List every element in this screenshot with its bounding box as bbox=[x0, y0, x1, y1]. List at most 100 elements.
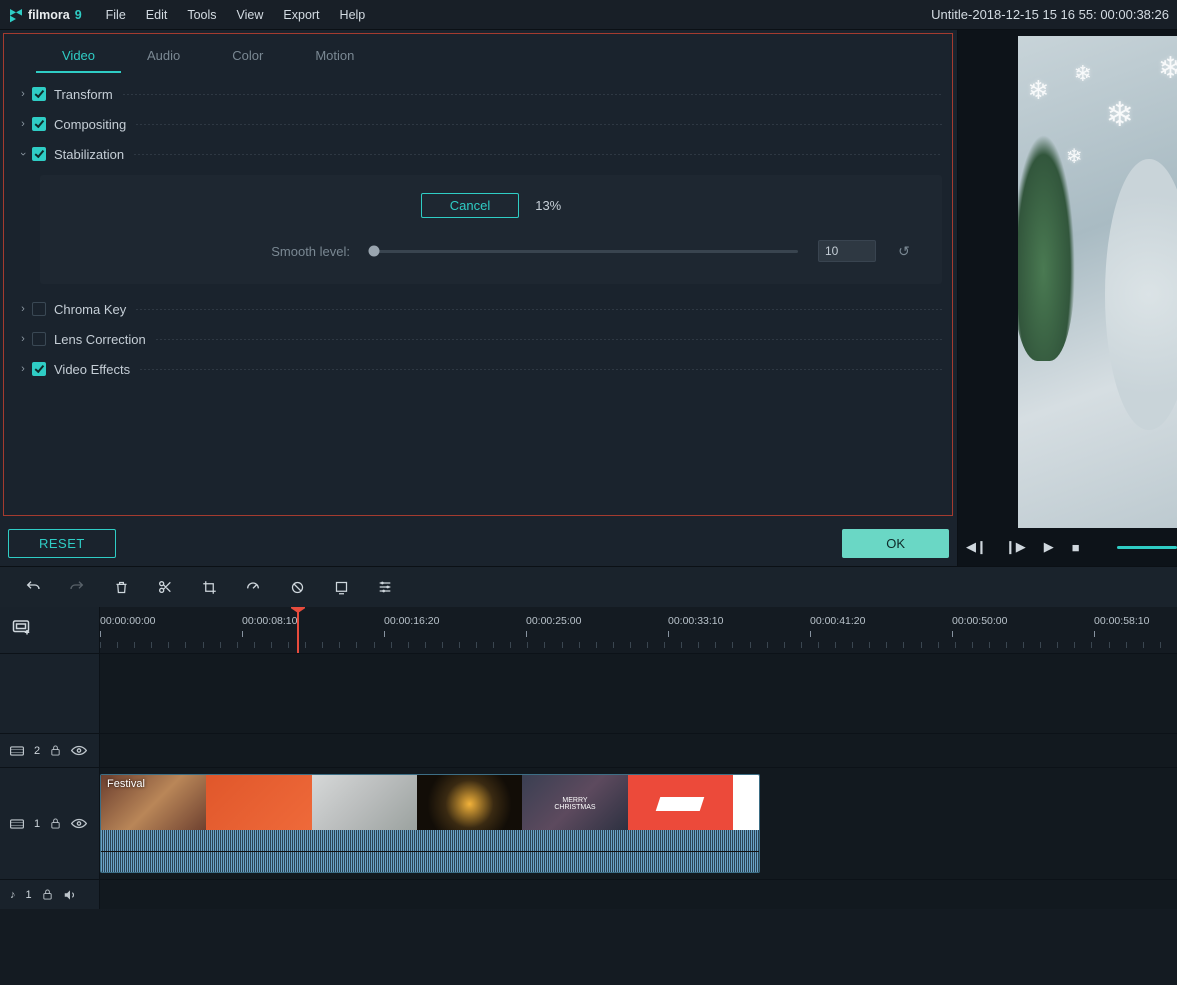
clip-waveform bbox=[101, 830, 759, 872]
checkbox-lens-correction[interactable] bbox=[32, 332, 46, 346]
label-lens-correction: Lens Correction bbox=[54, 332, 146, 347]
track-index: 2 bbox=[34, 745, 40, 757]
track-area[interactable]: Festival MERRYCHRISTMAS bbox=[100, 768, 1177, 879]
inspector-panel: Video Audio Color Motion › Transform › C… bbox=[0, 30, 957, 566]
inspector-tabs: Video Audio Color Motion bbox=[36, 40, 942, 73]
row-chroma-key[interactable]: › Chroma Key bbox=[14, 294, 942, 324]
reset-icon[interactable]: ↺ bbox=[896, 243, 912, 260]
delete-icon[interactable] bbox=[112, 578, 130, 596]
checkbox-compositing[interactable] bbox=[32, 117, 46, 131]
row-compositing[interactable]: › Compositing bbox=[14, 109, 942, 139]
slider-thumb[interactable] bbox=[369, 246, 380, 257]
app-name: filmora bbox=[28, 8, 70, 22]
menu-export[interactable]: Export bbox=[273, 8, 329, 22]
smooth-level-slider[interactable] bbox=[370, 250, 798, 253]
checkbox-transform[interactable] bbox=[32, 87, 46, 101]
menu-tools[interactable]: Tools bbox=[177, 8, 226, 22]
split-icon[interactable] bbox=[156, 578, 174, 596]
menu-bar: filmora 9 File Edit Tools View Export Hel… bbox=[0, 0, 1177, 30]
add-track-icon[interactable] bbox=[12, 619, 30, 635]
menu-view[interactable]: View bbox=[227, 8, 274, 22]
ruler-mark: 00:00:50:00 bbox=[952, 615, 1007, 637]
track-area[interactable] bbox=[100, 880, 1177, 909]
label-chroma-key: Chroma Key bbox=[54, 302, 126, 317]
track-index: 1 bbox=[34, 818, 40, 830]
reset-button[interactable]: RESET bbox=[8, 529, 116, 558]
ruler-mark: 00:00:16:20 bbox=[384, 615, 439, 637]
timeline-ruler[interactable]: 00:00:00:00 00:00:08:10 00:00:16:20 00:00:2… bbox=[100, 607, 1177, 653]
cancel-button[interactable]: Cancel bbox=[421, 193, 519, 218]
menu-help[interactable]: Help bbox=[330, 8, 376, 22]
lock-icon[interactable] bbox=[50, 817, 61, 830]
ok-button[interactable]: OK bbox=[842, 529, 949, 558]
timeline-panel: 00:00:00:00 00:00:08:10 00:00:16:20 00:00:2… bbox=[0, 566, 1177, 985]
eye-icon[interactable] bbox=[71, 745, 87, 756]
menu-file[interactable]: File bbox=[96, 8, 136, 22]
playhead[interactable] bbox=[297, 607, 299, 653]
speed-icon[interactable] bbox=[244, 578, 262, 596]
prev-frame-button[interactable]: ◀❙ bbox=[966, 539, 987, 555]
crop-icon[interactable] bbox=[200, 578, 218, 596]
ruler-mark: 00:00:33:10 bbox=[668, 615, 723, 637]
track-area[interactable] bbox=[100, 734, 1177, 767]
smooth-level-label: Smooth level: bbox=[70, 244, 350, 259]
volume-slider[interactable] bbox=[1117, 546, 1177, 549]
preview-snowman bbox=[1105, 159, 1177, 430]
chevron-right-icon: › bbox=[14, 333, 32, 345]
tab-audio[interactable]: Audio bbox=[121, 40, 206, 73]
chevron-right-icon: › bbox=[14, 303, 32, 315]
track-video-1: 1 Festival MERRYCHRISTMAS bbox=[0, 767, 1177, 879]
lock-icon[interactable] bbox=[42, 888, 53, 901]
label-compositing: Compositing bbox=[54, 117, 126, 132]
checkbox-video-effects[interactable] bbox=[32, 362, 46, 376]
stabilization-panel: Cancel 13% Smooth level: 10 ↺ bbox=[40, 175, 942, 284]
snowflake-icon: ❄ bbox=[1066, 144, 1083, 169]
adjust-icon[interactable] bbox=[376, 578, 394, 596]
timeline-toolbar bbox=[0, 567, 1177, 607]
smooth-level-value[interactable]: 10 bbox=[818, 240, 876, 262]
redo-icon[interactable] bbox=[68, 578, 86, 596]
lock-icon[interactable] bbox=[50, 744, 61, 757]
tab-motion[interactable]: Motion bbox=[289, 40, 380, 73]
checkbox-stabilization[interactable] bbox=[32, 147, 46, 161]
ruler-mark: 00:00:41:20 bbox=[810, 615, 865, 637]
snowflake-icon: ❄ bbox=[1105, 95, 1134, 135]
label-stabilization: Stabilization bbox=[54, 147, 124, 162]
tab-video[interactable]: Video bbox=[36, 40, 121, 73]
undo-icon[interactable] bbox=[24, 578, 42, 596]
menu-edit[interactable]: Edit bbox=[136, 8, 178, 22]
chevron-right-icon: › bbox=[14, 88, 32, 100]
green-screen-icon[interactable] bbox=[332, 578, 350, 596]
track-text bbox=[0, 653, 1177, 733]
next-frame-button[interactable]: ❙▶ bbox=[1005, 539, 1026, 555]
row-stabilization[interactable]: › Stabilization bbox=[14, 139, 942, 169]
video-clip[interactable]: Festival MERRYCHRISTMAS bbox=[100, 774, 760, 873]
track-audio-1: ♪ 1 bbox=[0, 879, 1177, 909]
play-button[interactable]: ▶ bbox=[1044, 539, 1054, 555]
checkbox-chroma-key[interactable] bbox=[32, 302, 46, 316]
speaker-icon[interactable] bbox=[63, 889, 77, 901]
tab-color[interactable]: Color bbox=[206, 40, 289, 73]
row-transform[interactable]: › Transform bbox=[14, 79, 942, 109]
ruler-mark: 00:00:58:10 bbox=[1094, 615, 1149, 637]
preview-panel: ❄ ❄ ❄ ❄ ❄ ❄ ◀❙ ❙▶ ▶ ■ bbox=[957, 30, 1177, 566]
ruler-mark: 00:00:08:10 bbox=[242, 615, 297, 637]
video-track-icon bbox=[10, 745, 24, 757]
track-area[interactable] bbox=[100, 654, 1177, 733]
app-version: 9 bbox=[75, 8, 82, 22]
row-video-effects[interactable]: › Video Effects bbox=[14, 354, 942, 384]
label-transform: Transform bbox=[54, 87, 113, 102]
audio-track-icon: ♪ bbox=[10, 889, 16, 901]
eye-icon[interactable] bbox=[71, 818, 87, 829]
stop-button[interactable]: ■ bbox=[1072, 540, 1080, 555]
play-controls: ◀❙ ❙▶ ▶ ■ bbox=[958, 528, 1177, 566]
track-index: 1 bbox=[26, 889, 32, 901]
chevron-right-icon: › bbox=[14, 118, 32, 130]
clip-label: Festival bbox=[107, 778, 145, 790]
ruler-mark: 00:00:00:00 bbox=[100, 615, 155, 637]
chevron-down-icon: › bbox=[17, 145, 29, 163]
ruler-mark: 00:00:25:00 bbox=[526, 615, 581, 637]
color-icon[interactable] bbox=[288, 578, 306, 596]
row-lens-correction[interactable]: › Lens Correction bbox=[14, 324, 942, 354]
snowflake-icon: ❄ bbox=[1158, 51, 1177, 86]
